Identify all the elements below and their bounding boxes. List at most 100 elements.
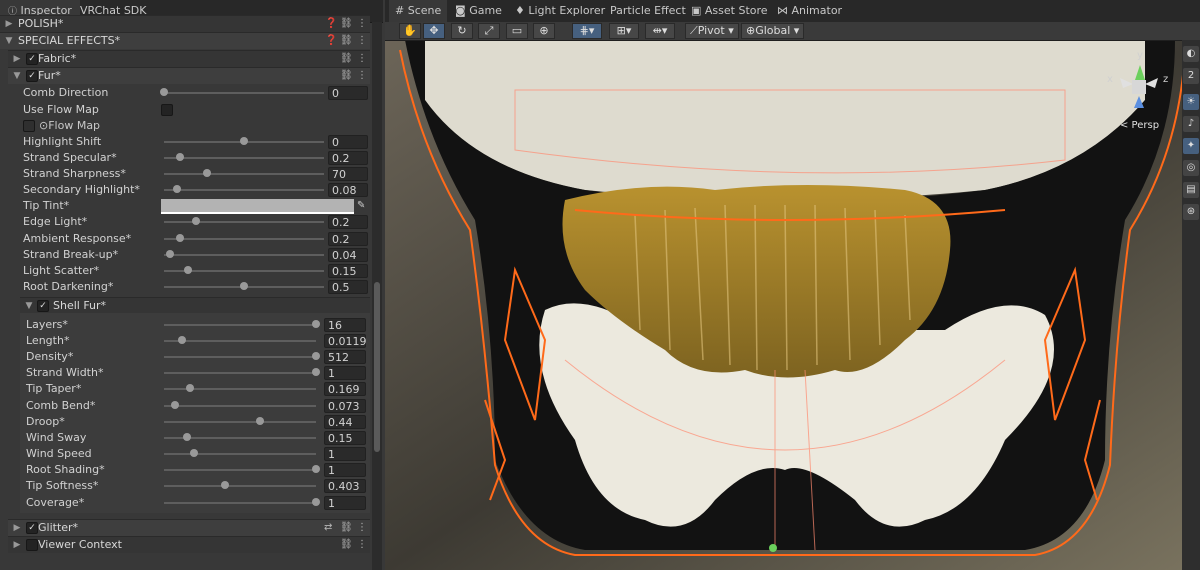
wind-sway-field[interactable]: 0.15 bbox=[324, 431, 366, 445]
lighting-toggle-icon[interactable]: ☀ bbox=[1183, 94, 1199, 110]
comb-bend-slider-handle[interactable] bbox=[170, 401, 179, 409]
comb-bend-field[interactable]: 0.073 bbox=[324, 399, 366, 413]
glitter-checkbox[interactable]: ✓ bbox=[26, 522, 38, 534]
scale-tool-icon[interactable]: ⤢ bbox=[478, 23, 500, 39]
global-dropdown[interactable]: ⊕Global ▾ bbox=[741, 23, 805, 39]
section-fabric[interactable]: ▶ ✓ Fabric* ⛓ ⋮ bbox=[8, 50, 370, 67]
strand-width-slider[interactable] bbox=[164, 372, 316, 374]
link-icon[interactable]: ⛓ bbox=[340, 33, 353, 49]
gizmo-persp-label[interactable]: < Persp bbox=[1120, 120, 1159, 131]
scene-viewport[interactable]: y x z < Persp bbox=[385, 40, 1200, 570]
tab-light-explorer[interactable]: ♦ Light Explorer bbox=[515, 0, 605, 22]
strand-breakup-slider[interactable] bbox=[164, 254, 324, 256]
effects-toggle-icon[interactable]: ✦ bbox=[1183, 138, 1199, 154]
use-flow-map-checkbox[interactable] bbox=[161, 104, 173, 116]
layers-slider[interactable] bbox=[164, 324, 316, 326]
flow-map-texture-slot[interactable] bbox=[23, 120, 35, 132]
density-slider-handle[interactable] bbox=[312, 352, 320, 360]
help-icon[interactable]: ❓ bbox=[325, 33, 337, 49]
layers-slider-handle[interactable] bbox=[312, 320, 320, 328]
tip-softness-field[interactable]: 0.403 bbox=[324, 479, 366, 493]
length-slider-handle[interactable] bbox=[178, 336, 187, 344]
ambient-response-slider[interactable] bbox=[164, 238, 324, 240]
audio-toggle-icon[interactable]: ♪ bbox=[1183, 116, 1199, 132]
highlight-shift-field[interactable]: 0 bbox=[328, 135, 368, 149]
strand-width-slider-handle[interactable] bbox=[312, 368, 320, 376]
align-icon[interactable]: ⇹▾ bbox=[645, 23, 675, 39]
menu-dots-icon[interactable]: ⋮ bbox=[357, 68, 367, 84]
link-icon[interactable]: ⛓ bbox=[340, 520, 353, 536]
expand-arrow-icon[interactable]: ▼ bbox=[12, 68, 22, 84]
wind-speed-slider[interactable] bbox=[164, 453, 316, 455]
pivot-handle-icon[interactable] bbox=[769, 544, 777, 552]
strand-specular-field[interactable]: 0.2 bbox=[328, 151, 368, 165]
rect-tool-icon[interactable]: ▭ bbox=[506, 23, 528, 39]
tip-softness-slider-handle[interactable] bbox=[220, 481, 229, 489]
edge-light-slider-handle[interactable] bbox=[192, 217, 200, 225]
wind-speed-slider-handle[interactable] bbox=[190, 449, 199, 457]
length-field[interactable]: 0.0119 bbox=[324, 334, 367, 348]
menu-dots-icon[interactable]: ⋮ bbox=[357, 33, 367, 49]
coverage-field[interactable]: 1 bbox=[324, 496, 366, 510]
strand-breakup-slider-handle[interactable] bbox=[166, 250, 175, 258]
strand-sharpness-field[interactable]: 70 bbox=[328, 167, 368, 181]
strand-breakup-field[interactable]: 0.04 bbox=[328, 248, 368, 262]
section-glitter[interactable]: ▶ ✓ Glitter* ⇄ ⛓ ⋮ bbox=[8, 519, 370, 536]
link-icon[interactable]: ⛓ bbox=[340, 537, 353, 553]
wind-sway-slider-handle[interactable] bbox=[182, 433, 191, 441]
increment-snap-icon[interactable]: ⊞▾ bbox=[609, 23, 639, 39]
hidden-objects-icon[interactable]: ◎ bbox=[1183, 160, 1199, 176]
eyedropper-icon[interactable]: ✎ bbox=[357, 198, 365, 214]
pivot-dropdown[interactable]: ⟋Pivot ▾ bbox=[685, 23, 739, 39]
ambient-response-field[interactable]: 0.2 bbox=[328, 232, 368, 246]
wind-speed-field[interactable]: 1 bbox=[324, 447, 366, 461]
menu-dots-icon[interactable]: ⋮ bbox=[357, 51, 367, 67]
tab-asset-store[interactable]: ▣ Asset Store bbox=[691, 0, 768, 22]
droop-slider-handle[interactable] bbox=[255, 417, 264, 425]
tab-scene[interactable]: # Scene bbox=[389, 0, 448, 22]
comb-bend-slider[interactable] bbox=[164, 405, 316, 407]
tab-game[interactable]: ◙ Game bbox=[455, 0, 502, 22]
expand-arrow-icon[interactable]: ▼ bbox=[24, 298, 34, 314]
comb-direction-slider-handle[interactable] bbox=[160, 88, 168, 96]
transform-tool-icon[interactable]: ⊕ bbox=[533, 23, 555, 39]
section-shell-fur[interactable]: ▼ ✓ Shell Fur* bbox=[20, 297, 370, 314]
link-icon[interactable]: ⛓ bbox=[340, 16, 353, 32]
help-icon[interactable]: ❓ bbox=[325, 16, 337, 32]
collapse-arrow-icon[interactable]: ▶ bbox=[12, 51, 22, 67]
section-polish[interactable]: ▶ POLISH* ❓ ⛓ ⋮ bbox=[0, 15, 370, 32]
coverage-slider-handle[interactable] bbox=[312, 498, 320, 506]
inspector-scroll-thumb[interactable] bbox=[374, 282, 380, 452]
tab-animator[interactable]: ⋈ Animator bbox=[777, 0, 842, 22]
camera-settings-icon[interactable]: ▤ bbox=[1183, 182, 1199, 198]
fur-checkbox[interactable]: ✓ bbox=[26, 70, 38, 82]
tip-taper-field[interactable]: 0.169 bbox=[324, 382, 366, 396]
density-slider[interactable] bbox=[164, 356, 316, 358]
root-shading-slider[interactable] bbox=[164, 469, 316, 471]
coverage-slider[interactable] bbox=[164, 502, 316, 504]
strand-sharpness-slider-handle[interactable] bbox=[203, 169, 212, 177]
droop-slider[interactable] bbox=[164, 421, 316, 423]
comb-direction-slider[interactable] bbox=[164, 92, 324, 94]
droop-field[interactable]: 0.44 bbox=[324, 415, 366, 429]
strand-width-field[interactable]: 1 bbox=[324, 366, 366, 380]
density-field[interactable]: 512 bbox=[324, 350, 366, 364]
fabric-checkbox[interactable]: ✓ bbox=[26, 53, 38, 65]
collapse-arrow-icon[interactable]: ▶ bbox=[4, 16, 14, 32]
menu-dots-icon[interactable]: ⋮ bbox=[357, 16, 367, 32]
section-fur[interactable]: ▼ ✓ Fur* ⛓ ⋮ bbox=[8, 67, 370, 84]
light-scatter-slider-handle[interactable] bbox=[184, 266, 192, 274]
link-icon[interactable]: ⛓ bbox=[340, 68, 353, 84]
secondary-highlight-slider[interactable] bbox=[164, 189, 324, 191]
tip-taper-slider-handle[interactable] bbox=[185, 384, 194, 392]
viewer-context-checkbox[interactable] bbox=[26, 539, 38, 551]
menu-dots-icon[interactable]: ⋮ bbox=[357, 520, 367, 536]
secondary-highlight-slider-handle[interactable] bbox=[172, 185, 181, 193]
gizmos-icon[interactable]: ⊛ bbox=[1183, 204, 1199, 220]
section-viewer-context[interactable]: ▶ Viewer Context ⛓ ⋮ bbox=[8, 536, 370, 553]
collapse-arrow-icon[interactable]: ▶ bbox=[12, 520, 22, 536]
tip-tint-color-field[interactable] bbox=[161, 199, 354, 214]
ambient-response-slider-handle[interactable] bbox=[176, 234, 184, 242]
strand-sharpness-slider[interactable] bbox=[164, 173, 324, 175]
link-icon[interactable]: ⛓ bbox=[340, 51, 353, 67]
